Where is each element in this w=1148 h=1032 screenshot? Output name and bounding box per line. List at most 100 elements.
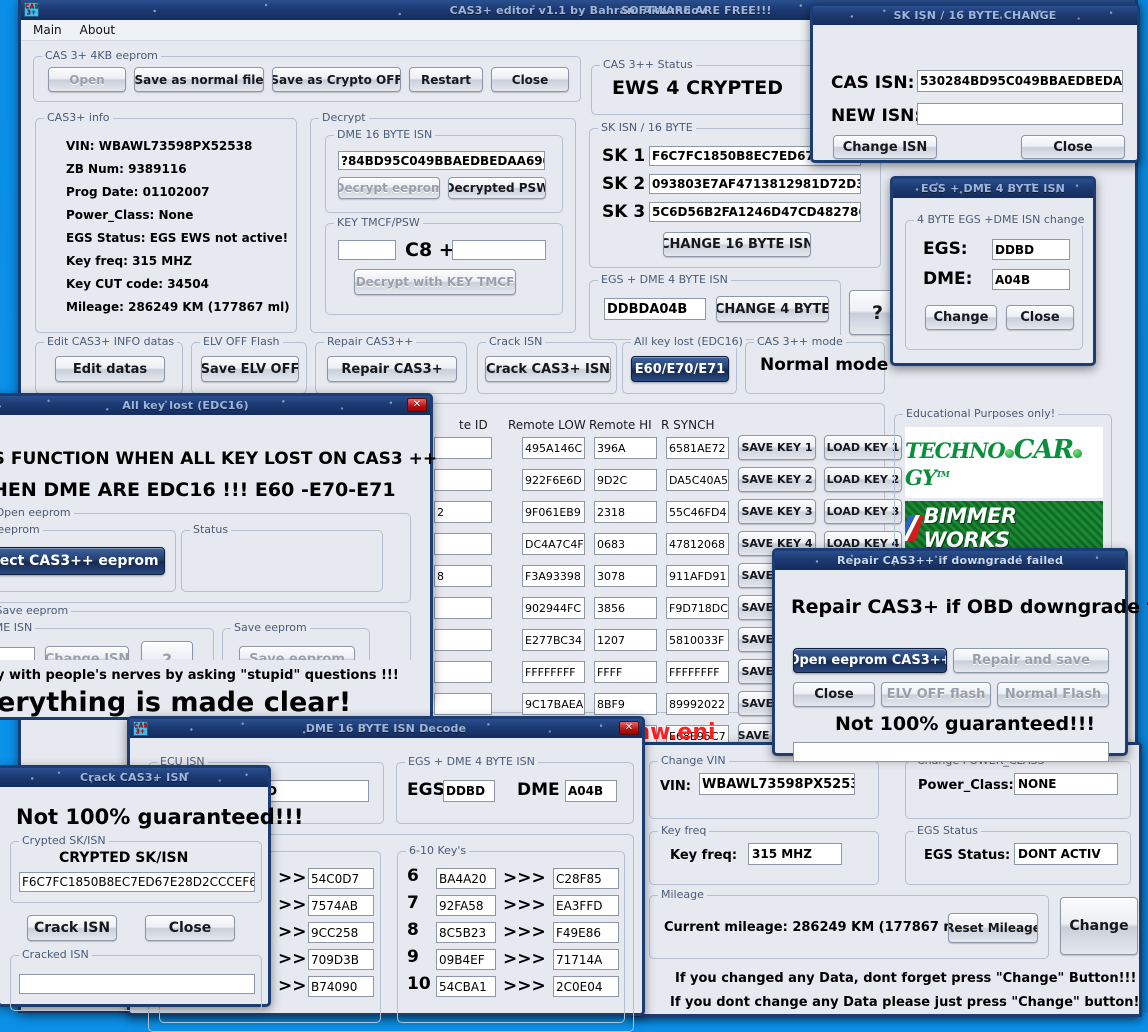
dme-decode-titlebar[interactable]: CAS3+ DME 16 BYTE ISN Decode ✕ bbox=[130, 719, 642, 738]
save-key-button[interactable]: SAVE KEY 1 bbox=[738, 435, 816, 460]
key-id-input[interactable]: 2 bbox=[434, 501, 492, 523]
egs-status-combo[interactable]: DONT ACTIV bbox=[1014, 843, 1118, 865]
decrypt-eeprom-button[interactable]: Decrypt eeprom bbox=[338, 177, 440, 199]
key-source-input[interactable]: BA4A20 bbox=[436, 868, 496, 889]
dme-input[interactable]: A04B bbox=[992, 269, 1070, 290]
key-id-input[interactable] bbox=[434, 533, 492, 555]
remote-hi-input[interactable]: 8BF9 bbox=[594, 693, 657, 715]
key-id-input[interactable] bbox=[434, 693, 492, 715]
close-icon[interactable]: ✕ bbox=[619, 721, 639, 735]
key-decoded-input[interactable]: F49E86 bbox=[553, 922, 619, 943]
load-key-button[interactable]: LOAD KEY 1 bbox=[824, 435, 902, 460]
normal-flash-button[interactable]: Normal Flash bbox=[997, 682, 1109, 707]
crack-cas3-isn-button[interactable]: Crack CAS3+ ISN bbox=[485, 356, 611, 382]
remote-low-input[interactable]: 495A146C bbox=[522, 437, 585, 459]
key-source-input[interactable]: 8C5B23 bbox=[436, 922, 496, 943]
decode-egs-input[interactable]: DDBD bbox=[443, 780, 495, 802]
e60-e70-e71-button[interactable]: E60/E70/E71 bbox=[631, 356, 729, 382]
repair-cas3-button[interactable]: Repair CAS3+ bbox=[327, 356, 457, 382]
load-key-button[interactable]: LOAD KEY 2 bbox=[824, 467, 902, 492]
r-synch-input[interactable]: FFFFFFFF bbox=[666, 661, 729, 683]
key-id-input[interactable] bbox=[434, 661, 492, 683]
crack-isn-button[interactable]: Crack ISN bbox=[27, 915, 117, 941]
remote-hi-input[interactable]: 3856 bbox=[594, 597, 657, 619]
key-source-input[interactable]: 09B4EF bbox=[436, 949, 496, 970]
key-id-input[interactable]: 8 bbox=[434, 565, 492, 587]
change-16-byte-isn-button[interactable]: CHANGE 16 BYTE ISN bbox=[663, 232, 811, 257]
remote-low-input[interactable]: 922F6E6D bbox=[522, 469, 585, 491]
key-id-input[interactable] bbox=[434, 437, 492, 459]
repair-log-input[interactable] bbox=[793, 742, 1109, 762]
remote-low-input[interactable]: E277BC34 bbox=[522, 629, 585, 651]
remote-low-input[interactable]: 9F061EB9 bbox=[522, 501, 585, 523]
remote-hi-input[interactable]: 396A bbox=[594, 437, 657, 459]
sk3-input[interactable]: 5C6D56B2FA1246D47CD4827866645C62 bbox=[649, 202, 861, 222]
r-synch-input[interactable]: 55C46FD4 bbox=[666, 501, 729, 523]
open-button[interactable]: Open bbox=[48, 67, 126, 92]
crack-isn-titlebar[interactable]: Crack CAS3+ ISN bbox=[0, 768, 268, 787]
repair-close-button[interactable]: Close bbox=[793, 682, 875, 707]
save-elv-off-button[interactable]: Save ELV OFF bbox=[201, 356, 299, 382]
key-decoded-input[interactable]: 71714A bbox=[553, 949, 619, 970]
egs-dme-close-button[interactable]: Close bbox=[1006, 305, 1074, 330]
remote-low-input[interactable]: FFFFFFFF bbox=[522, 661, 585, 683]
save-normal-file-button[interactable]: Save as normal file bbox=[134, 67, 264, 92]
elv-off-flash-button[interactable]: ELV OFF flash bbox=[881, 682, 991, 707]
crack-close-button[interactable]: Close bbox=[145, 915, 235, 941]
restart-button[interactable]: Restart bbox=[409, 67, 483, 92]
menu-item-about[interactable]: About bbox=[80, 23, 115, 37]
key-decoded-input[interactable]: 709D3B bbox=[308, 949, 374, 970]
key-decoded-input[interactable]: 7574AB bbox=[308, 895, 374, 916]
key-id-input[interactable] bbox=[434, 469, 492, 491]
change-button[interactable]: Change bbox=[1060, 897, 1138, 955]
cracked-isn-input[interactable] bbox=[19, 974, 255, 994]
r-synch-input[interactable]: 6581AE72 bbox=[666, 437, 729, 459]
sk-isn-close-button[interactable]: Close bbox=[1021, 135, 1125, 159]
save-key-button[interactable]: SAVE KEY 3 bbox=[738, 499, 816, 524]
cas-isn-input[interactable]: 530284BD95C049BBAEDBEDAA690B8 bbox=[917, 70, 1123, 92]
key-source-input[interactable]: 54CBA1 bbox=[436, 976, 496, 997]
close-icon[interactable]: ✕ bbox=[407, 398, 427, 412]
open-eeprom-cas3pp-button[interactable]: Open eeprom CAS3++ bbox=[793, 648, 947, 673]
remote-low-input[interactable]: F3A93398 bbox=[522, 565, 585, 587]
key-decoded-input[interactable]: B74090 bbox=[308, 976, 374, 997]
r-synch-input[interactable]: DA5C40A5 bbox=[666, 469, 729, 491]
change-4-byte-button[interactable]: CHANGE 4 BYTE bbox=[716, 296, 829, 322]
decrypted-psw-button[interactable]: Decrypted PSW bbox=[448, 177, 546, 199]
remote-hi-input[interactable]: 3078 bbox=[594, 565, 657, 587]
r-synch-input[interactable]: 47812068 bbox=[666, 533, 729, 555]
key-tmcf-input[interactable] bbox=[452, 240, 546, 260]
close-button[interactable]: Close bbox=[491, 67, 569, 92]
vin-input[interactable]: WBAWL73598PX52538 bbox=[699, 773, 855, 795]
key-decoded-input[interactable]: EA3FFD bbox=[553, 895, 619, 916]
key-source-input[interactable]: 92FA58 bbox=[436, 895, 496, 916]
remote-low-input[interactable]: 9C17BAEA bbox=[522, 693, 585, 715]
decode-dme-input[interactable]: A04B bbox=[565, 780, 617, 802]
change-isn-button[interactable]: Change ISN bbox=[833, 135, 937, 159]
sk-isn-dialog-titlebar[interactable]: SK ISN / 16 BYTE CHANGE bbox=[813, 6, 1137, 25]
edit-datas-button[interactable]: Edit datas bbox=[55, 356, 165, 382]
remote-hi-input[interactable]: FFFF bbox=[594, 661, 657, 683]
repair-and-save-button[interactable]: Repair and save bbox=[953, 648, 1109, 673]
crypted-sk-isn-input[interactable]: F6C7FC1850B8EC7ED67E28D2CCCEF6C8 bbox=[19, 872, 255, 892]
egs-dme-4byte-input[interactable]: DDBDA04B bbox=[604, 298, 706, 320]
decrypt-with-key-tmcf-button[interactable]: Decrypt with KEY TMCF bbox=[354, 269, 516, 295]
r-synch-input[interactable]: 911AFD91 bbox=[666, 565, 729, 587]
save-key-button[interactable]: SAVE KEY 2 bbox=[738, 467, 816, 492]
key-decoded-input[interactable]: 9CC258 bbox=[308, 922, 374, 943]
egs-dme-change-button[interactable]: Change bbox=[925, 305, 997, 330]
r-synch-input[interactable]: F9D718DC bbox=[666, 597, 729, 619]
r-synch-input[interactable]: 5810033F bbox=[666, 629, 729, 651]
remote-hi-input[interactable]: 2318 bbox=[594, 501, 657, 523]
key-id-input[interactable] bbox=[434, 629, 492, 651]
remote-hi-input[interactable]: 0683 bbox=[594, 533, 657, 555]
key-tmcf-combo[interactable] bbox=[338, 240, 396, 260]
remote-low-input[interactable]: 902944FC bbox=[522, 597, 585, 619]
sk2-input[interactable]: 093803E7AF4713812981D72D33310937 bbox=[649, 174, 861, 194]
remote-hi-input[interactable]: 1207 bbox=[594, 629, 657, 651]
reset-mileage-button[interactable]: Reset Mileage bbox=[948, 913, 1038, 943]
key-id-input[interactable] bbox=[434, 597, 492, 619]
key-decoded-input[interactable]: 2C0E04 bbox=[553, 976, 619, 997]
key-decoded-input[interactable]: C28F85 bbox=[553, 868, 619, 889]
egs-dme-dialog-titlebar[interactable]: EGS + DME 4 BYTE ISN bbox=[893, 179, 1093, 198]
